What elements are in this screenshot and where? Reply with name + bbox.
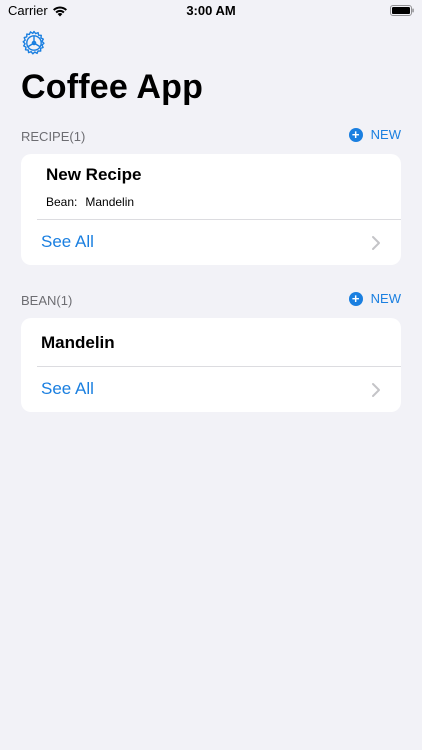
recipe-bean-label: Bean: [46, 195, 78, 209]
bean-see-all-link[interactable]: See All [41, 379, 94, 399]
new-recipe-label: NEW [370, 127, 401, 142]
new-recipe-button[interactable]: + NEW [348, 127, 401, 142]
recipe-bean-value: Mandelin [85, 195, 135, 209]
plus-circle-icon: + [348, 291, 363, 306]
new-bean-label: NEW [370, 291, 401, 306]
bean-section-label: BEAN(1) [21, 293, 73, 308]
bean-section-header: BEAN(1) + NEW [21, 291, 401, 311]
plus-circle-icon: + [348, 127, 363, 142]
status-bar: Carrier 3:00 AM [0, 0, 422, 22]
bean-card: Mandelin See All [21, 318, 401, 412]
bean-see-all-row[interactable]: See All [21, 367, 401, 412]
recipe-card: New Recipe Bean: Mandelin See All [21, 154, 401, 265]
page-title: Coffee App [21, 68, 204, 106]
recipe-title: New Recipe [46, 165, 142, 184]
recipe-bean-info: Bean: Mandelin [46, 195, 134, 209]
bean-title: Mandelin [41, 333, 115, 352]
battery-icon [390, 5, 414, 16]
settings-button[interactable] [21, 30, 47, 56]
status-time: 3:00 AM [186, 3, 236, 18]
gear-icon [22, 30, 45, 55]
chevron-right-icon [372, 383, 380, 397]
bean-row[interactable]: Mandelin [21, 318, 401, 366]
recipe-row[interactable]: New Recipe Bean: Mandelin [21, 154, 401, 219]
recipe-section-label: RECIPE(1) [21, 129, 86, 144]
recipe-see-all-link[interactable]: See All [41, 232, 94, 252]
chevron-right-icon [372, 236, 380, 250]
recipe-section-header: RECIPE(1) + NEW [21, 127, 401, 147]
new-bean-button[interactable]: + NEW [348, 291, 401, 306]
recipe-see-all-row[interactable]: See All [21, 220, 401, 265]
